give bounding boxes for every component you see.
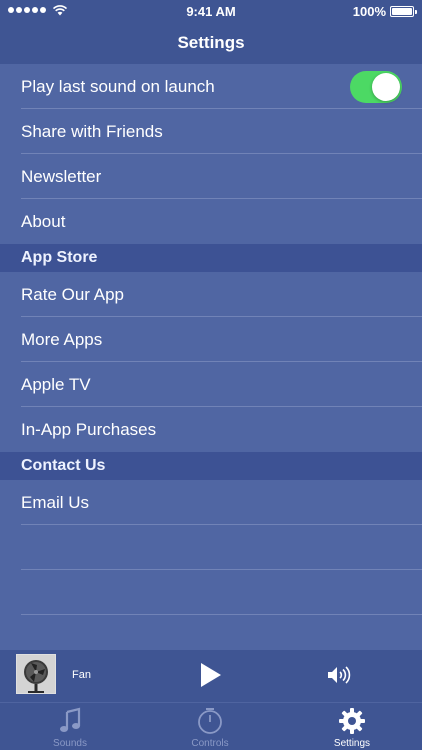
battery-percent: 100% [352,4,386,19]
setting-apple-tv[interactable]: Apple TV [0,362,422,407]
setting-label: In-App Purchases [21,420,157,439]
tab-bar: Sounds Controls Settings [0,702,422,750]
battery-icon [390,6,417,17]
section-header-app-store: App Store [0,244,422,272]
status-bar: 9:41 AM 100% [0,0,422,22]
music-note-icon [60,707,81,732]
setting-in-app-purchases[interactable]: In-App Purchases [0,407,422,452]
setting-label: Share with Friends [21,122,163,141]
track-artwork[interactable] [16,654,56,694]
gear-icon [339,708,365,734]
setting-play-last-sound: Play last sound on launch [0,64,422,109]
setting-about[interactable]: About [0,199,422,244]
tab-label: Controls [191,738,229,749]
setting-email-us[interactable]: Email Us [0,480,422,525]
empty-row [0,525,422,570]
setting-rate-our-app[interactable]: Rate Our App [0,272,422,317]
setting-label: Rate Our App [21,285,125,304]
setting-label: Play last sound on launch [21,77,215,96]
setting-label: Email Us [21,493,90,512]
setting-newsletter[interactable]: Newsletter [0,154,422,199]
nav-bar: Settings [0,22,422,64]
play-last-sound-toggle[interactable] [350,71,402,103]
play-icon[interactable] [200,662,222,688]
page-title: Settings [177,33,245,52]
section-header-contact-us: Contact Us [0,452,422,480]
battery-fill [392,8,412,15]
tab-label: Settings [333,738,371,749]
empty-row [0,570,422,615]
toggle-knob [372,73,400,101]
setting-label: About [21,212,66,231]
fan-image-icon [17,655,55,693]
timer-icon [198,708,222,734]
setting-label: More Apps [21,330,103,349]
settings-list: Play last sound on launch Share with Fri… [0,64,422,615]
tab-controls[interactable]: Controls [140,703,280,750]
track-name: Fan [72,669,91,681]
setting-label: Newsletter [21,167,102,186]
tab-label: Sounds [53,738,87,749]
setting-more-apps[interactable]: More Apps [0,317,422,362]
mini-player: Fan [0,650,422,702]
tab-settings[interactable]: Settings [282,703,422,750]
status-right: 100% [352,4,417,19]
speaker-volume-icon[interactable] [327,665,351,685]
tab-sounds[interactable]: Sounds [0,703,140,750]
setting-share-with-friends[interactable]: Share with Friends [0,109,422,154]
setting-label: Apple TV [21,375,91,394]
